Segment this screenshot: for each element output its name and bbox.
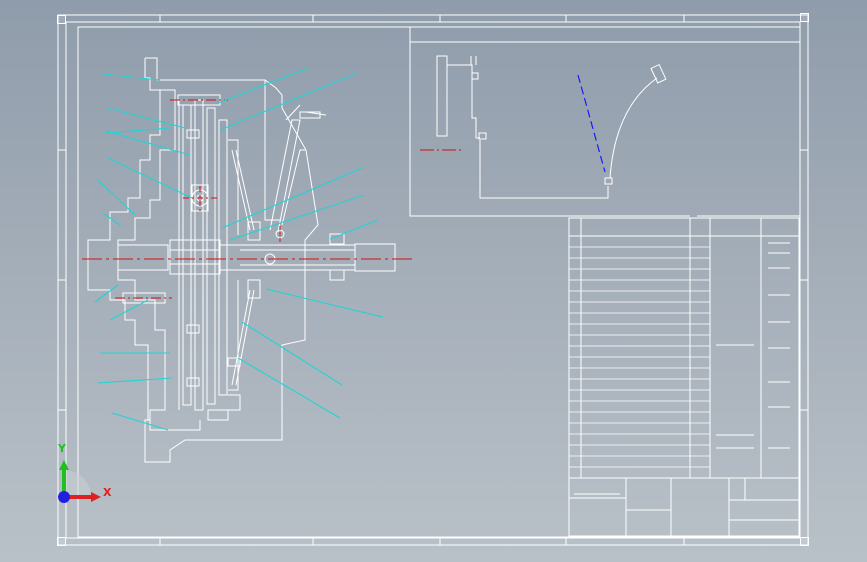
pedal-travel-line bbox=[577, 74, 606, 173]
detail-view-frame bbox=[409, 27, 800, 217]
drawing-frame bbox=[77, 26, 801, 538]
clutch-assembly-section bbox=[87, 57, 396, 463]
corner-marker-icon bbox=[57, 15, 66, 24]
corner-marker-icon bbox=[57, 537, 66, 546]
title-block bbox=[568, 217, 800, 537]
title-block-rows bbox=[569, 246, 710, 468]
cad-viewport[interactable]: Y X bbox=[0, 0, 867, 562]
x-axis-label: X bbox=[103, 486, 112, 499]
centerlines bbox=[82, 99, 415, 299]
drawing-canvas bbox=[57, 14, 809, 546]
corner-marker-icon bbox=[800, 537, 809, 546]
leader-lines bbox=[94, 67, 384, 431]
detail-view-linkage bbox=[436, 55, 667, 199]
corner-marker-icon bbox=[800, 13, 809, 22]
y-axis-label: Y bbox=[58, 442, 66, 455]
